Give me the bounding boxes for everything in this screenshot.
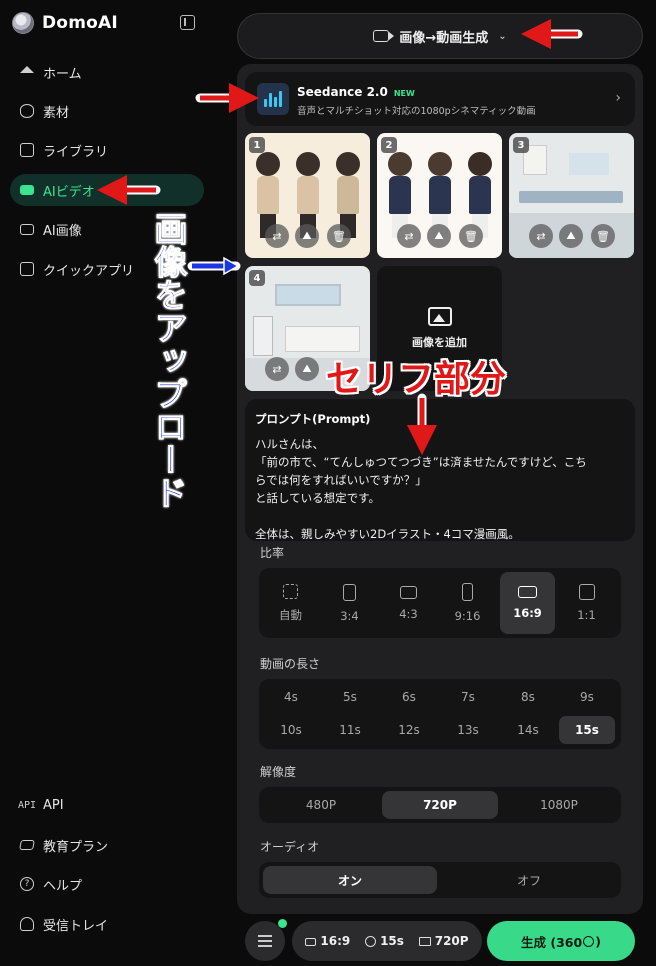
annotation-arrows: [97, 19, 583, 455]
blue-arrow-images: [187, 256, 241, 276]
annotation-upload-text: 画像をアップロード: [149, 212, 189, 510]
annotation-dialogue-text: セリフ部分: [326, 359, 507, 400]
